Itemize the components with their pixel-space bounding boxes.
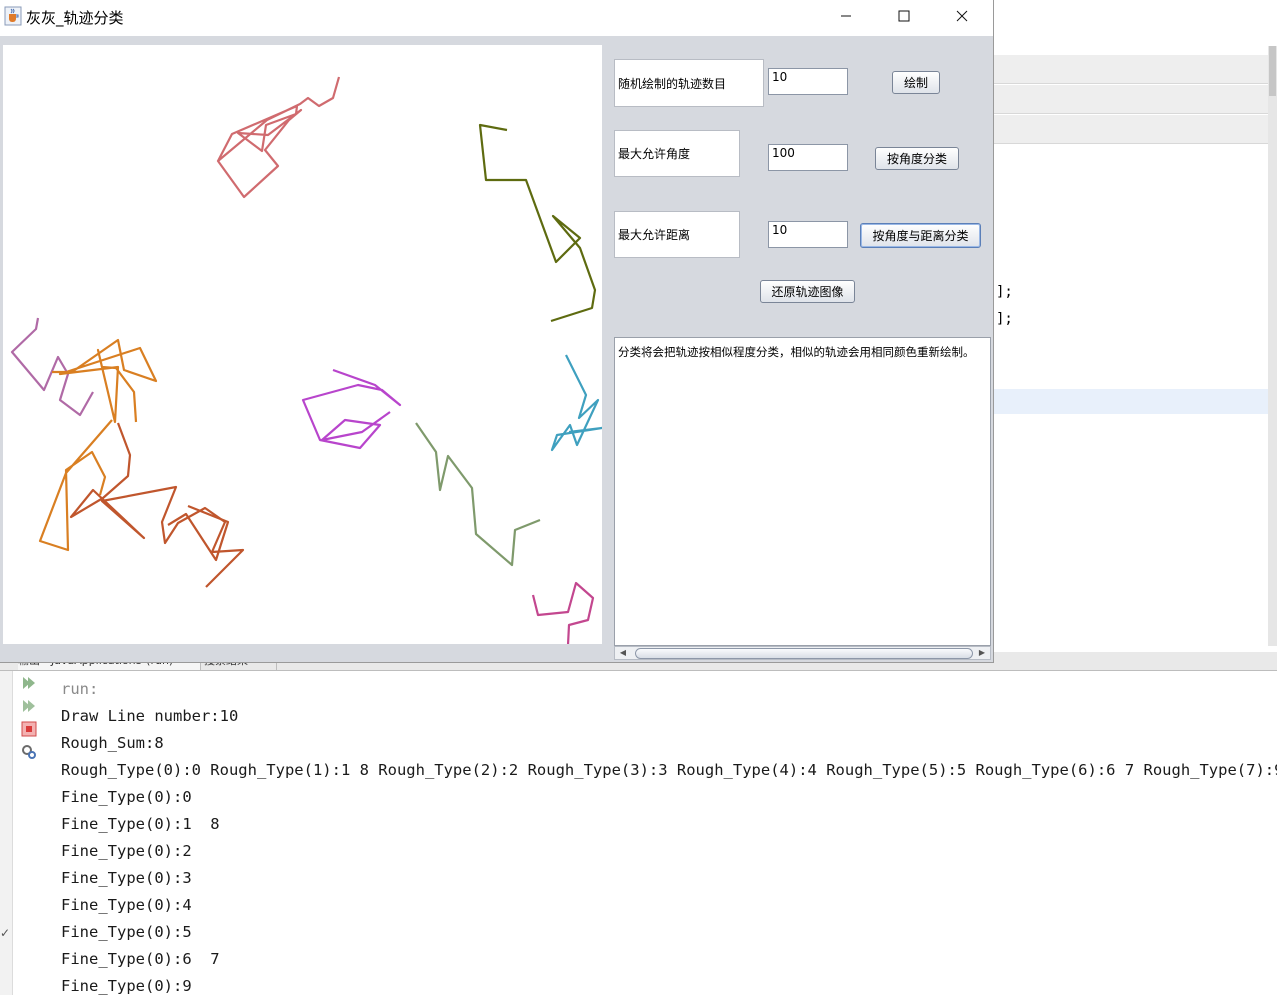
console-line: Rough_Type(0):0 Rough_Type(1):1 8 Rough_…	[61, 761, 1277, 779]
restore-trajectories-button[interactable]: 还原轨迹图像	[760, 280, 855, 303]
ide-scrollbar-thumb[interactable]	[1269, 46, 1276, 96]
trajectory-line	[52, 338, 158, 424]
ide-code-line: ];	[996, 311, 1013, 327]
info-text-area[interactable]: 分类将会把轨迹按相似程度分类，相似的轨迹会用相同颜色重新绘制。	[614, 337, 991, 646]
close-button[interactable]	[933, 0, 991, 32]
trajectory-line	[38, 419, 113, 552]
console-line: Fine_Type(0):5	[61, 923, 192, 941]
console-line: Fine_Type(0):0	[61, 788, 192, 806]
minimize-button[interactable]	[817, 0, 875, 32]
window-title: 灰灰_轨迹分类	[26, 9, 124, 27]
trajectory-line	[478, 123, 597, 323]
trajectory-drawing	[10, 76, 604, 646]
title-bar[interactable]: 灰灰_轨迹分类	[0, 0, 993, 36]
scroll-right-icon[interactable]: ▶	[975, 647, 989, 659]
maximize-button[interactable]	[875, 0, 933, 32]
trajectory-line	[216, 76, 341, 199]
count-label: 随机绘制的轨迹数目	[614, 59, 764, 107]
trajectory-line	[531, 581, 595, 646]
console-line: Fine_Type(0):9	[61, 977, 192, 995]
settings-icon[interactable]	[20, 743, 38, 761]
classify-by-angle-distance-button[interactable]: 按角度与距离分类	[860, 223, 981, 248]
output-console: run: Draw Line number:10 Rough_Sum:8 Rou…	[61, 676, 1277, 1000]
angle-input[interactable]: 100	[768, 144, 848, 171]
angle-label: 最大允许角度	[614, 130, 740, 177]
ide-current-line-highlight	[993, 389, 1277, 414]
trajectory-line	[415, 422, 541, 567]
output-toolbar	[14, 671, 44, 995]
console-line: Fine_Type(0):6 7	[61, 950, 220, 968]
console-line: Fine_Type(0):2	[61, 842, 192, 860]
distance-label-text: 最大允许距离	[618, 228, 691, 242]
maximize-icon	[898, 10, 910, 22]
ide-code-line: ];	[996, 284, 1013, 300]
trajectory-line	[301, 368, 402, 450]
ide-toolbar-strip	[993, 55, 1277, 84]
distance-input[interactable]: 10	[768, 221, 848, 248]
minimize-icon	[841, 15, 851, 17]
stop-icon[interactable]	[20, 720, 38, 738]
java-coffee-icon	[4, 6, 22, 26]
trajectory-canvas[interactable]	[3, 45, 604, 646]
info-text: 分类将会把轨迹按相似程度分类，相似的轨迹会用相同颜色重新绘制。	[618, 345, 975, 359]
ide-scrollbar[interactable]	[1268, 46, 1277, 646]
trajectory-line	[167, 504, 230, 562]
console-line: Fine_Type(0):3	[61, 869, 192, 887]
trajectory-line	[550, 354, 604, 452]
checkmark-icon: ✓	[0, 926, 11, 940]
ide-tab-strip	[993, 115, 1277, 144]
close-icon	[956, 10, 968, 22]
console-line: Rough_Sum:8	[61, 734, 164, 752]
console-line: Fine_Type(0):4	[61, 896, 192, 914]
info-horizontal-scrollbar[interactable]: ◀ ▶	[614, 646, 991, 660]
console-line: Draw Line number:10	[61, 707, 239, 725]
output-gutter	[0, 671, 13, 995]
count-input[interactable]: 10	[768, 68, 848, 95]
scrollbar-thumb[interactable]	[635, 648, 973, 659]
draw-button[interactable]: 绘制	[892, 71, 940, 94]
console-line: Fine_Type(0):1 8	[61, 815, 220, 833]
scroll-left-icon[interactable]: ◀	[616, 647, 630, 659]
trajectory-line	[69, 422, 245, 588]
count-label-text: 随机绘制的轨迹数目	[618, 76, 727, 91]
app-window: 灰灰_轨迹分类 随机绘制的轨迹数目 10 绘制 最大允许角度 100 按角度分类…	[0, 0, 994, 663]
distance-label: 最大允许距离	[614, 211, 740, 258]
console-line: run:	[61, 680, 99, 698]
rerun-with-params-icon[interactable]	[20, 697, 38, 715]
angle-label-text: 最大允许角度	[618, 147, 691, 161]
ide-toolbar-strip-2	[993, 85, 1277, 114]
classify-by-angle-button[interactable]: 按角度分类	[875, 147, 959, 170]
rerun-icon[interactable]	[20, 674, 38, 692]
